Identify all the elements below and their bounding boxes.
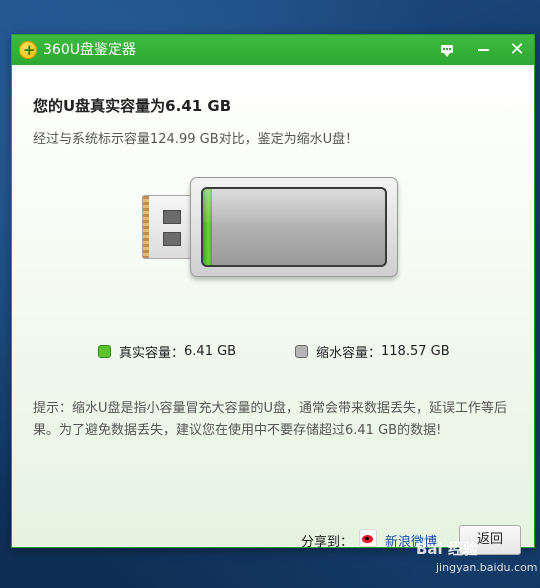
capacity-gauge xyxy=(201,187,387,267)
shrink-capacity-value: 118.57 GB xyxy=(381,344,450,359)
usb-connector-hole xyxy=(163,232,181,246)
close-icon: ✕ xyxy=(509,39,525,60)
usb-drive-illustration xyxy=(140,177,400,279)
baidu-jingyan-watermark: Bai 经验 jingyan.baidu.com xyxy=(416,540,538,584)
legend-shrink-capacity: 缩水容量： 118.57 GB xyxy=(295,342,450,361)
result-subline: 经过与系统标示容量124.99 GB对比，鉴定为缩水U盘！ xyxy=(33,132,359,147)
real-capacity-label: 真实容量： xyxy=(119,346,185,361)
real-capacity-swatch xyxy=(98,345,111,358)
usb-checker-window: + 360U盘鉴定器 ✕ 您的U盘真实容量为6.41 GB 经过与系统标示容量1… xyxy=(11,34,535,555)
shrink-capacity-label: 缩水容量： xyxy=(316,346,382,361)
feedback-button[interactable] xyxy=(434,35,460,65)
watermark-url: jingyan.baidu.com xyxy=(436,561,538,574)
app-logo-icon: + xyxy=(19,41,37,59)
result-headline: 您的U盘真实容量为6.41 GB xyxy=(33,97,232,115)
result-panel: 您的U盘真实容量为6.41 GB 经过与系统标示容量124.99 GB对比，鉴定… xyxy=(12,65,534,555)
close-button[interactable]: ✕ xyxy=(504,35,530,65)
usb-connector-hole xyxy=(163,210,181,224)
minimize-icon xyxy=(477,49,489,51)
minimize-button[interactable] xyxy=(470,35,496,65)
gauge-gloss xyxy=(203,189,385,224)
feedback-icon xyxy=(441,45,453,57)
shrink-capacity-swatch xyxy=(295,345,308,358)
window-title: 360U盘鉴定器 xyxy=(43,42,136,58)
watermark-brand: Bai 经验 xyxy=(416,540,478,558)
usb-connector-edge xyxy=(143,196,149,258)
real-capacity-value: 6.41 GB xyxy=(184,344,237,359)
weibo-icon[interactable] xyxy=(359,529,377,547)
legend-real-capacity: 真实容量： 6.41 GB xyxy=(98,342,236,361)
usb-body xyxy=(190,177,398,277)
tip-text: 提示：缩水U盘是指小容量冒充大容量的U盘，通常会带来数据丢失，延误工作等后果。为… xyxy=(33,401,508,438)
title-bar[interactable]: + 360U盘鉴定器 ✕ xyxy=(12,35,534,65)
share-label: 分享到： xyxy=(301,535,354,550)
